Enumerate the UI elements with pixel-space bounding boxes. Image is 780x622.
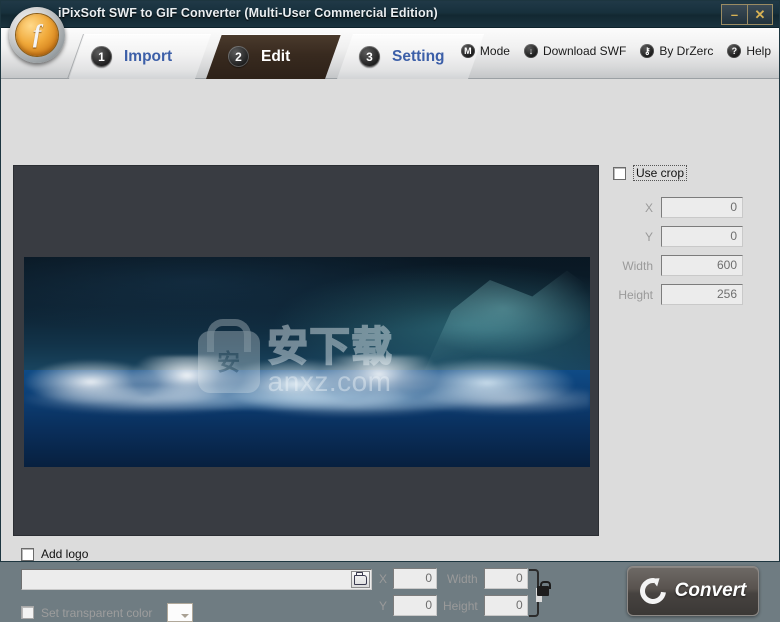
convert-button-label: Convert bbox=[674, 580, 747, 601]
flash-logo-glyph: f bbox=[32, 20, 42, 48]
menu-item-help[interactable]: ? Help bbox=[727, 44, 771, 58]
logo-width-label: Width bbox=[447, 571, 478, 586]
add-logo-row: Add logo bbox=[21, 547, 88, 561]
crop-field-row-x: X 0 bbox=[613, 197, 771, 218]
convert-button[interactable]: Convert bbox=[627, 566, 759, 616]
logo-path-input[interactable] bbox=[21, 569, 372, 590]
flash-logo-icon: f bbox=[9, 7, 65, 63]
close-button[interactable]: ✕ bbox=[747, 5, 772, 24]
refresh-circle-icon bbox=[634, 572, 671, 610]
logo-height-input[interactable]: 0 bbox=[483, 595, 528, 616]
top-menu-bar: M Mode ↓ Download SWF ⚷ By DrZerc ? Help bbox=[460, 44, 771, 58]
menu-item-help-label: Help bbox=[746, 44, 771, 58]
tab-edit-label: Edit bbox=[261, 47, 291, 65]
menu-item-by-drzerc-label: By DrZerc bbox=[659, 44, 714, 58]
logo-x-label: X bbox=[379, 571, 388, 586]
transparent-color-swatch[interactable] bbox=[167, 603, 194, 622]
window-controls: – ✕ bbox=[721, 4, 773, 25]
use-crop-row: Use crop bbox=[613, 165, 771, 181]
logo-y-input[interactable]: 0 bbox=[393, 595, 438, 616]
title-bar: iPixSoft SWF to GIF Converter (Multi-Use… bbox=[1, 1, 779, 28]
open-folder-icon bbox=[354, 572, 367, 585]
crop-field-row-y: Y 0 bbox=[613, 226, 771, 247]
preview-artwork-foam-secondary bbox=[24, 387, 590, 417]
tab-import-label: Import bbox=[124, 47, 173, 65]
crop-width-label: Width bbox=[622, 258, 653, 273]
tab-setting-number: 3 bbox=[359, 46, 380, 67]
chevron-down-icon bbox=[181, 614, 190, 618]
crop-height-input[interactable]: 256 bbox=[661, 284, 743, 305]
key-icon: ⚷ bbox=[640, 44, 655, 58]
help-icon: ? bbox=[727, 44, 742, 58]
menu-item-download-swf-label: Download SWF bbox=[542, 44, 627, 58]
lock-aspect-ratio-group[interactable] bbox=[529, 569, 551, 617]
flash-logo-inner: f bbox=[16, 14, 58, 56]
crop-x-label: X bbox=[644, 200, 653, 215]
window-title: iPixSoft SWF to GIF Converter (Multi-Use… bbox=[58, 6, 438, 20]
browse-button[interactable] bbox=[351, 571, 370, 588]
crop-height-label: Height bbox=[618, 287, 653, 302]
crop-panel: Use crop X 0 Y 0 Width 600 Height 256 bbox=[613, 165, 771, 313]
crop-width-input[interactable]: 600 bbox=[661, 255, 743, 276]
preview-panel: 安 安下载 anxz.com bbox=[13, 165, 599, 536]
minimize-button[interactable]: – bbox=[722, 5, 747, 24]
tab-import-number: 1 bbox=[91, 46, 112, 67]
crop-y-label: Y bbox=[644, 229, 653, 244]
crop-field-row-width: Width 600 bbox=[613, 255, 771, 276]
menu-item-mode-label: Mode bbox=[479, 44, 510, 58]
body-area: 安 安下载 anxz.com Use crop X 0 Y bbox=[1, 79, 779, 622]
download-icon: ↓ bbox=[523, 44, 538, 58]
minimize-icon: – bbox=[730, 7, 739, 22]
use-crop-label[interactable]: Use crop bbox=[633, 165, 688, 181]
swf-preview-stage[interactable]: 安 安下载 anxz.com bbox=[24, 257, 590, 467]
logo-y-label: Y bbox=[379, 598, 388, 613]
mode-icon: M bbox=[460, 44, 475, 58]
use-crop-checkbox[interactable] bbox=[613, 166, 626, 180]
menu-item-download-swf[interactable]: ↓ Download SWF bbox=[523, 44, 627, 58]
add-logo-checkbox[interactable] bbox=[21, 547, 34, 561]
set-transparent-color-checkbox[interactable] bbox=[21, 606, 34, 619]
set-transparent-color-row: Set transparent color bbox=[21, 603, 194, 622]
tab-edit[interactable]: 2 Edit bbox=[206, 34, 341, 79]
tab-edit-number: 2 bbox=[228, 46, 249, 67]
add-logo-label[interactable]: Add logo bbox=[41, 547, 88, 561]
close-icon: ✕ bbox=[754, 7, 766, 22]
crop-x-input[interactable]: 0 bbox=[661, 197, 743, 218]
logo-height-label: Height bbox=[443, 598, 478, 613]
crop-field-row-height: Height 256 bbox=[613, 284, 771, 305]
lock-icon bbox=[537, 581, 551, 596]
tab-import[interactable]: 1 Import bbox=[69, 34, 211, 79]
logo-width-input[interactable]: 0 bbox=[483, 568, 528, 589]
menu-item-mode[interactable]: M Mode bbox=[460, 44, 510, 58]
tab-strip: 1 Import 2 Edit 3 Setting M Mode ↓ Downl… bbox=[1, 28, 779, 79]
crop-y-input[interactable]: 0 bbox=[661, 226, 743, 247]
application-window: iPixSoft SWF to GIF Converter (Multi-Use… bbox=[0, 0, 780, 622]
menu-item-by-drzerc[interactable]: ⚷ By DrZerc bbox=[640, 44, 713, 58]
logo-x-input[interactable]: 0 bbox=[393, 568, 438, 589]
set-transparent-color-label: Set transparent color bbox=[41, 605, 153, 620]
tab-setting-label: Setting bbox=[392, 47, 445, 65]
logo-position-grid: X 0 Width 0 Y 0 Height 0 bbox=[379, 568, 528, 616]
